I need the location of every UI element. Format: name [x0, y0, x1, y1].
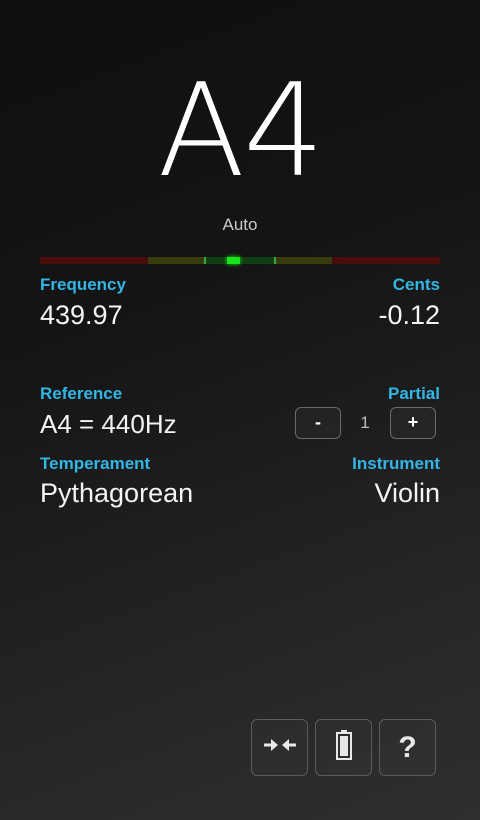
help-button[interactable]: ?: [379, 719, 436, 776]
cents-label: Cents: [392, 275, 440, 294]
mode-label[interactable]: Auto: [0, 215, 480, 235]
frequency-label: Frequency: [40, 275, 126, 294]
reference-label: Reference: [40, 384, 123, 403]
meter-tick-left: [204, 257, 206, 264]
partial-label: Partial: [388, 384, 440, 403]
battery-icon: [335, 730, 352, 765]
meter-center-zone: [204, 257, 276, 264]
temperament-value[interactable]: Pythagorean: [40, 478, 193, 509]
meter-near-sharp-zone: [276, 257, 332, 264]
note-display: A4: [157, 57, 325, 206]
tuning-meter: [40, 257, 440, 264]
meter-near-flat-zone: [148, 257, 204, 264]
meter-sharp-zone: [332, 257, 440, 264]
battery-button[interactable]: [315, 719, 372, 776]
meter-needle: [227, 257, 240, 264]
collapse-button[interactable]: [251, 719, 308, 776]
frequency-value: 439.97: [40, 300, 123, 330]
reference-value[interactable]: A4 = 440Hz: [40, 409, 177, 440]
instrument-label: Instrument: [352, 454, 440, 473]
partial-decrement-button[interactable]: -: [295, 407, 341, 439]
meter-tick-right: [274, 257, 276, 264]
temperament-label: Temperament: [40, 454, 151, 473]
cents-value: -0.12: [378, 300, 440, 330]
collapse-arrows-icon: [263, 737, 297, 758]
help-icon: ?: [398, 730, 417, 764]
partial-value: 1: [360, 413, 370, 432]
instrument-value[interactable]: Violin: [374, 478, 440, 509]
partial-increment-button[interactable]: +: [390, 407, 436, 439]
meter-flat-zone: [40, 257, 148, 264]
